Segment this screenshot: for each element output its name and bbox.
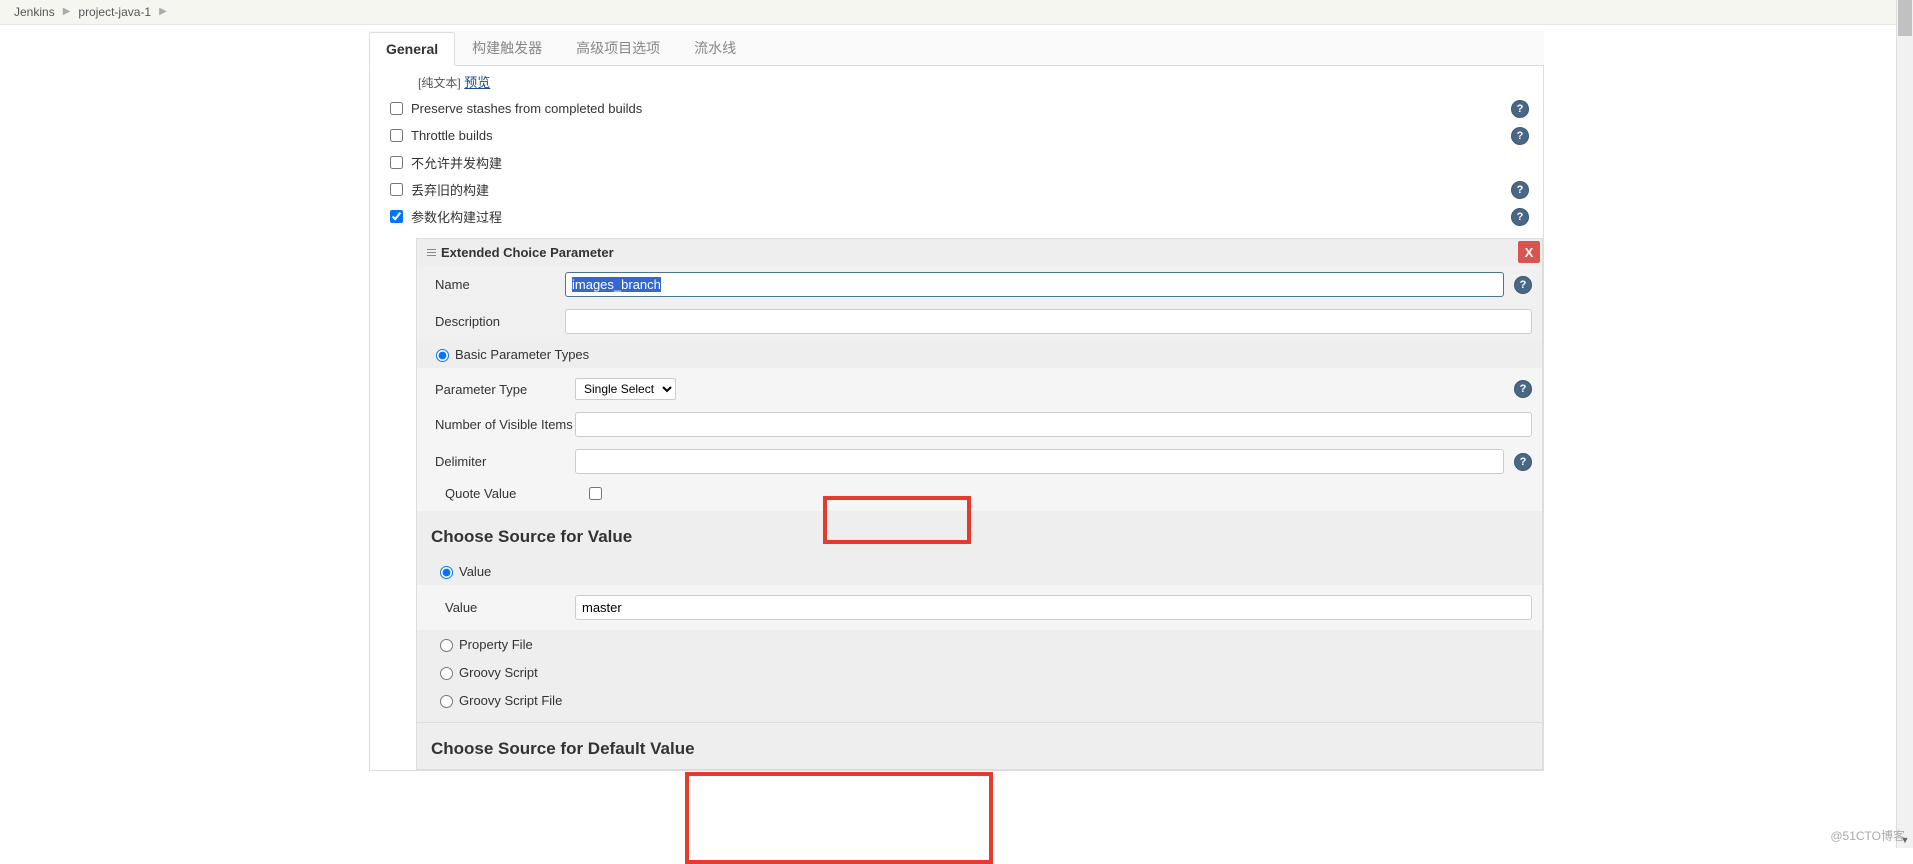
no-concurrent-checkbox[interactable] (390, 156, 403, 169)
help-icon[interactable] (1514, 276, 1532, 294)
help-icon[interactable] (1511, 208, 1529, 226)
value-input[interactable] (575, 595, 1532, 620)
value-radio-label: Value (459, 564, 491, 579)
preserve-stashes-label: Preserve stashes from completed builds (411, 101, 1527, 116)
value-radio[interactable] (440, 566, 453, 579)
choose-source-default-title: Choose Source for Default Value (417, 722, 1542, 769)
basic-param-types-label: Basic Parameter Types (455, 347, 589, 362)
delimiter-input[interactable] (575, 449, 1504, 474)
parameterized-label: 参数化构建过程 (411, 207, 1527, 226)
breadcrumb: Jenkins ▶ project-java-1 ▶ (0, 0, 1913, 25)
quote-value-label: Quote Value (445, 486, 585, 501)
help-icon[interactable] (1514, 453, 1532, 471)
description-input[interactable] (565, 309, 1532, 334)
groovy-script-label: Groovy Script (459, 665, 538, 680)
parameter-title: Extended Choice Parameter (441, 245, 614, 260)
chevron-right-icon: ▶ (63, 0, 71, 24)
parameterized-checkbox[interactable] (390, 210, 403, 223)
description-label: Description (435, 314, 565, 329)
throttle-builds-label: Throttle builds (411, 128, 1527, 143)
value-label: Value (445, 600, 575, 615)
preserve-stashes-checkbox[interactable] (390, 102, 403, 115)
tab-build-trigger[interactable]: 构建触发器 (455, 29, 559, 66)
property-file-radio[interactable] (440, 639, 453, 652)
delete-parameter-button[interactable]: X (1518, 241, 1540, 263)
no-concurrent-label: 不允许并发构建 (411, 153, 1527, 172)
plaintext-label: [纯文本] (418, 76, 461, 90)
scroll-thumb[interactable] (1898, 0, 1912, 36)
choose-source-value-title: Choose Source for Value (417, 511, 1542, 557)
tab-pipeline[interactable]: 流水线 (677, 29, 753, 66)
help-icon[interactable] (1511, 100, 1529, 118)
breadcrumb-project[interactable]: project-java-1 (78, 0, 151, 24)
help-icon[interactable] (1511, 181, 1529, 199)
quote-value-checkbox[interactable] (589, 487, 602, 500)
name-input[interactable]: images_branch (572, 277, 661, 292)
drag-handle-icon[interactable] (427, 249, 433, 256)
help-icon[interactable] (1514, 380, 1532, 398)
tab-general[interactable]: General (369, 32, 455, 66)
discard-old-label: 丢弃旧的构建 (411, 180, 1527, 199)
ptype-select[interactable]: Single Select (575, 378, 676, 400)
groovy-script-radio[interactable] (440, 667, 453, 680)
watermark: @51CTO博客 (1830, 827, 1905, 844)
visible-items-label: Number of Visible Items (435, 417, 575, 432)
groovy-script-file-radio[interactable] (440, 695, 453, 708)
tab-advanced[interactable]: 高级项目选项 (559, 29, 677, 66)
groovy-script-file-label: Groovy Script File (459, 693, 562, 708)
help-icon[interactable] (1511, 127, 1529, 145)
basic-param-types-radio[interactable] (436, 349, 449, 362)
vertical-scrollbar[interactable]: ▲ ▼ (1896, 0, 1913, 848)
delimiter-label: Delimiter (435, 454, 575, 469)
ptype-label: Parameter Type (435, 382, 575, 397)
breadcrumb-jenkins[interactable]: Jenkins (14, 0, 55, 24)
highlight-box (685, 772, 993, 864)
property-file-label: Property File (459, 637, 533, 652)
config-tabs: General 构建触发器 高级项目选项 流水线 (369, 31, 1544, 66)
throttle-builds-checkbox[interactable] (390, 129, 403, 142)
discard-old-checkbox[interactable] (390, 183, 403, 196)
visible-items-input[interactable] (575, 412, 1532, 437)
chevron-right-icon: ▶ (159, 0, 167, 24)
preview-link[interactable]: 预览 (464, 75, 490, 90)
name-label: Name (435, 277, 565, 292)
